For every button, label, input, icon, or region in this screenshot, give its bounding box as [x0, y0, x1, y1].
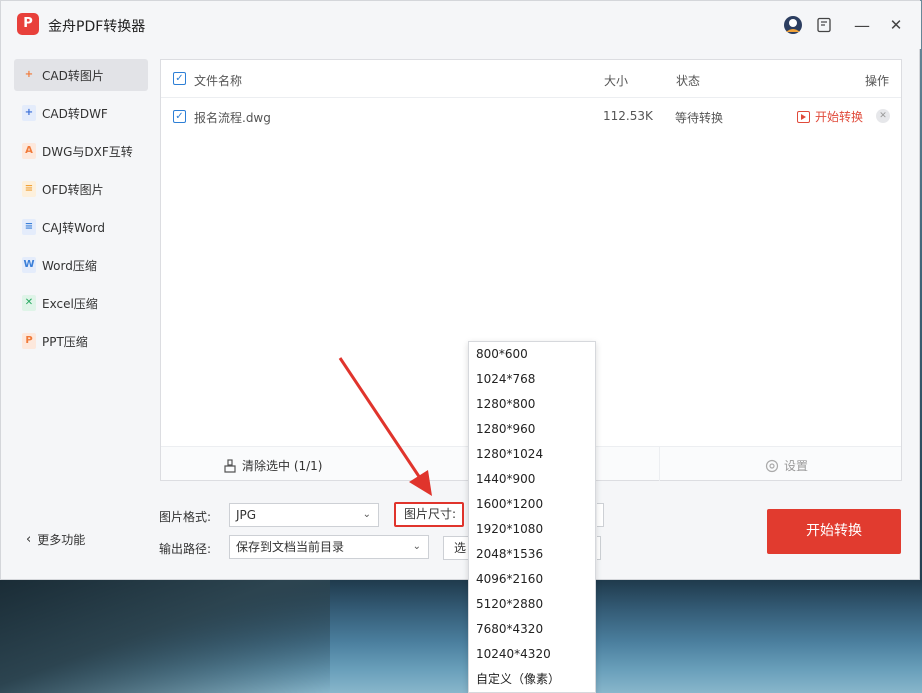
size-option[interactable]: 5120*2880 [469, 592, 595, 617]
size-option[interactable]: 800*600 [469, 342, 595, 367]
size-option[interactable]: 1920*1080 [469, 517, 595, 542]
size-dropdown-list: 800*600 1024*768 1280*800 1280*960 1280*… [468, 341, 596, 693]
size-option-custom[interactable]: 自定义（像素） [469, 667, 595, 692]
size-option[interactable]: 1280*960 [469, 417, 595, 442]
annotation-arrow [338, 357, 432, 496]
size-option[interactable]: 10240*4320 [469, 642, 595, 667]
size-option[interactable]: 2048*1536 [469, 542, 595, 567]
size-option[interactable]: 1024*768 [469, 367, 595, 392]
size-option[interactable]: 1440*900 [469, 467, 595, 492]
size-option[interactable]: 1600*1200 [469, 492, 595, 517]
size-option[interactable]: 1280*800 [469, 392, 595, 417]
size-option[interactable]: 7680*4320 [469, 617, 595, 642]
size-option[interactable]: 4096*2160 [469, 567, 595, 592]
size-option[interactable]: 1280*1024 [469, 442, 595, 467]
